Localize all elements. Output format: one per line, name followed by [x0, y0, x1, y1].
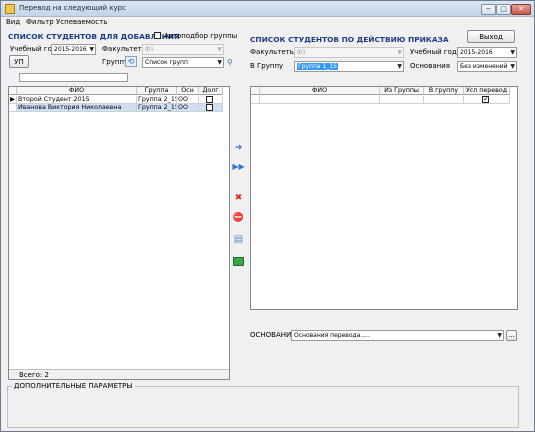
to-group-label: В Группу	[250, 62, 284, 70]
grid-corner	[9, 87, 17, 95]
total-count: Всего: 2	[19, 371, 49, 379]
right-year-label: Учебный год	[410, 48, 457, 56]
grid-corner	[251, 87, 260, 95]
cell-osn[interactable]: ОО	[177, 96, 199, 104]
double-arrow-right-icon[interactable]: ▶▶	[232, 160, 245, 173]
basis-label: Основания	[410, 62, 450, 70]
cell-from-group[interactable]	[380, 96, 424, 104]
debt-checkbox[interactable]	[206, 96, 213, 103]
cell-group[interactable]: Группа 2_15	[137, 104, 177, 112]
to-group-select[interactable]: Группа 1_15 ▼	[294, 61, 404, 72]
right-faculty-value: Ф1	[297, 49, 306, 56]
left-year-select[interactable]: 2015-2016 ▼	[51, 44, 96, 55]
col-fio[interactable]: ФИО	[260, 87, 380, 95]
left-year-value: 2015-2016	[54, 46, 87, 53]
chevron-down-icon: ▼	[89, 46, 94, 53]
left-group-select[interactable]: Список групп ▼	[142, 57, 224, 68]
delete-icon[interactable]: ✖	[232, 192, 245, 205]
right-year-select[interactable]: 2015-2016 ▼	[457, 47, 517, 58]
right-faculty-label: Факультеты	[250, 48, 296, 56]
osnovaniya-value: Основания перевода.....	[294, 332, 370, 339]
cell-to-group[interactable]	[424, 96, 464, 104]
cell-cond-transfer[interactable]	[464, 96, 510, 104]
title-bar: Перевод на следующий курс − □ ✕	[1, 1, 534, 17]
extra-params-group: ДОПОЛНИТЕЛЬНЫЕ ПАРАМЕТРЫ	[7, 382, 519, 428]
cell-fio[interactable]	[260, 96, 380, 104]
col-debt[interactable]: Долг	[199, 87, 223, 95]
row-pointer-icon: ▶	[9, 96, 17, 104]
left-faculty-select[interactable]: Ф1 ▼	[142, 44, 224, 55]
right-students-grid: ФИО Из Группы В группу Усл перевод	[250, 86, 518, 310]
left-group-value: Список групп	[145, 59, 188, 66]
basis-select[interactable]: Без изменений ▼	[457, 61, 517, 72]
right-faculty-select[interactable]: Ф1 ▼	[294, 47, 404, 58]
chevron-down-icon: ▼	[510, 49, 515, 56]
cell-osn[interactable]: ОО	[177, 104, 199, 112]
left-students-grid: ФИО Группа Осн Долг ▶ Второй Студент 201…	[8, 86, 230, 380]
left-faculty-label: Факультеты	[102, 45, 148, 53]
menu-bar: Вид Фильтр Успеваемость	[1, 17, 534, 28]
debt-checkbox[interactable]	[206, 104, 213, 111]
search-icon[interactable]: ⚲	[227, 57, 238, 68]
cond-transfer-checkbox[interactable]	[482, 96, 489, 103]
menu-filter[interactable]: Фильтр	[26, 18, 54, 26]
cell-debt[interactable]	[199, 96, 223, 104]
main-window: Перевод на следующий курс − □ ✕ Вид Филь…	[0, 0, 535, 432]
row-pointer-empty	[251, 96, 260, 104]
minimize-button[interactable]: −	[481, 4, 496, 15]
app-icon	[5, 4, 15, 14]
chevron-down-icon: ▼	[217, 59, 222, 66]
save-icon-shape	[233, 257, 244, 266]
osnovaniya-label: ОСНОВАНИЯ	[250, 331, 297, 339]
basis-value: Без изменений	[460, 63, 508, 70]
auto-select-checkbox[interactable]	[154, 32, 161, 39]
col-from-group[interactable]: Из Группы	[380, 87, 424, 95]
exit-button[interactable]: Выход	[467, 30, 515, 43]
maximize-button[interactable]: □	[496, 4, 511, 15]
col-fio[interactable]: ФИО	[17, 87, 137, 95]
grid-footer: Всего: 2	[9, 369, 229, 379]
chevron-down-icon: ▼	[217, 46, 222, 53]
chevron-down-icon: ▼	[510, 63, 515, 70]
to-group-value: Группа 1_15	[297, 63, 338, 70]
col-to-group[interactable]: В группу	[424, 87, 464, 95]
chevron-down-icon: ▼	[497, 332, 502, 339]
osnovaniya-select[interactable]: Основания перевода..... ▼	[291, 330, 504, 341]
right-year-value: 2015-2016	[460, 49, 493, 56]
col-cond-transfer[interactable]: Усл перевод	[464, 87, 510, 95]
window-title: Перевод на следующий курс	[19, 4, 126, 12]
row-pointer-empty	[9, 104, 17, 112]
arrow-right-icon[interactable]: ➜	[232, 142, 245, 155]
right-panel-title: СПИСОК СТУДЕНТОВ ПО ДЕЙСТВИЮ ПРИКАЗА	[250, 35, 449, 44]
col-osn[interactable]: Осн	[177, 87, 199, 95]
up-button[interactable]: УП	[9, 55, 29, 68]
left-year-label: Учебный год	[10, 45, 57, 53]
refresh-icon[interactable]: ⟲	[125, 56, 137, 67]
save-icon[interactable]	[232, 255, 245, 268]
menu-view[interactable]: Вид	[6, 18, 20, 26]
menu-performance[interactable]: Успеваемость	[56, 18, 107, 26]
cell-debt[interactable]	[199, 104, 223, 112]
chevron-down-icon: ▼	[397, 49, 402, 56]
auto-select-label: Автоподбор группы	[164, 32, 238, 40]
remove-user-icon[interactable]: ⛔	[232, 212, 245, 225]
col-group[interactable]: Группа	[137, 87, 177, 95]
cell-group[interactable]: Группа 2_15	[137, 96, 177, 104]
copy-icon[interactable]: ▤	[232, 233, 245, 246]
close-button[interactable]: ✕	[511, 4, 531, 15]
ellipsis-button[interactable]: ...	[506, 330, 517, 341]
left-filter-input[interactable]	[19, 73, 128, 82]
cell-fio[interactable]: Иванова Виктория Николаевна	[17, 104, 137, 112]
left-faculty-value: Ф1	[145, 46, 154, 53]
cell-fio[interactable]: Второй Студент 2015	[17, 96, 137, 104]
extra-params-title: ДОПОЛНИТЕЛЬНЫЕ ПАРАМЕТРЫ	[12, 382, 135, 390]
chevron-down-icon: ▼	[397, 63, 402, 70]
